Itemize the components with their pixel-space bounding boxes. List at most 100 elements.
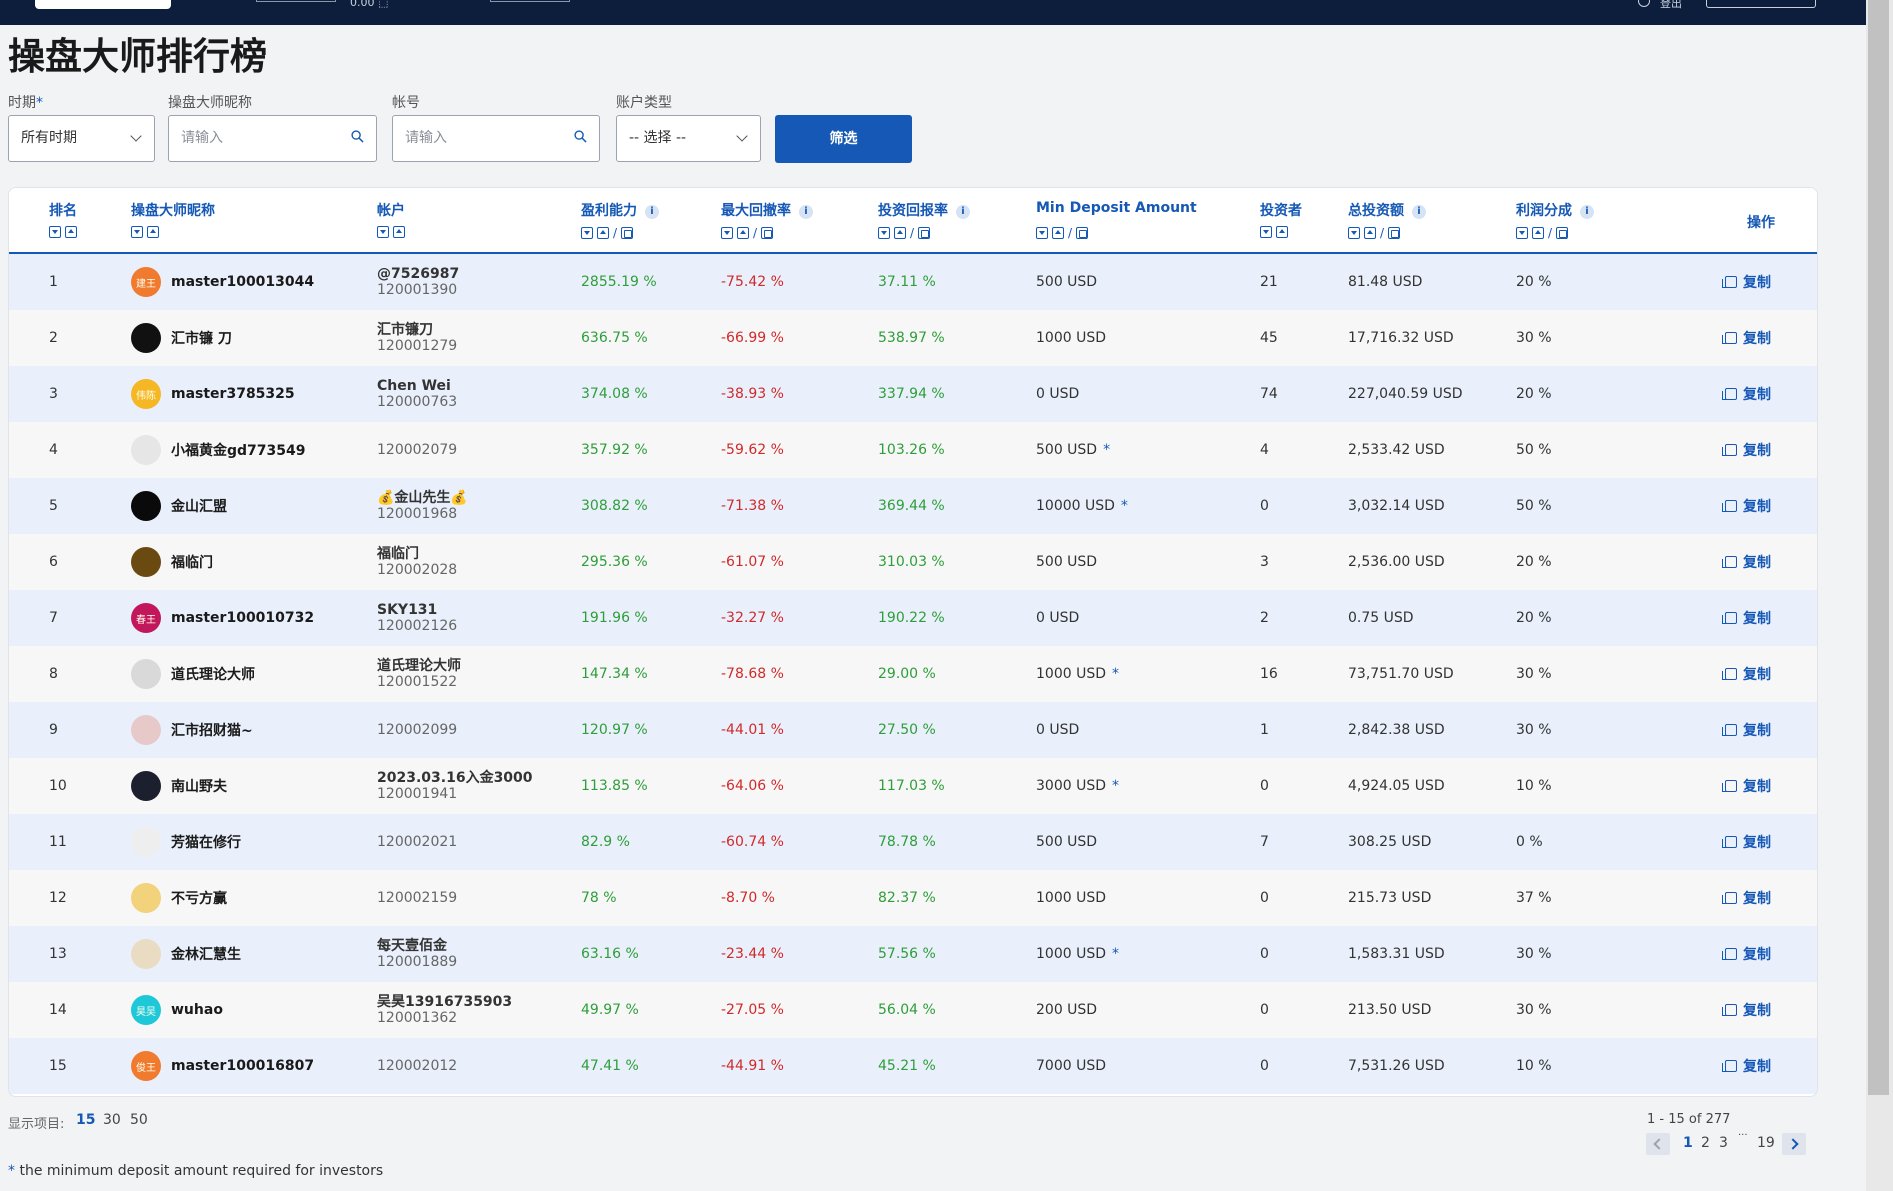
copy-button[interactable]: 复制	[1722, 702, 1771, 758]
col-drawdown[interactable]: 最大回撤率 i	[721, 200, 813, 220]
account-button[interactable]	[1706, 0, 1816, 8]
copy-icon[interactable]	[1722, 1004, 1737, 1016]
sort-asc-icon[interactable]	[597, 227, 609, 239]
copy-icon[interactable]	[1722, 724, 1737, 736]
copy-icon[interactable]	[1722, 892, 1737, 904]
master-name-cell[interactable]: 南山野夫	[131, 758, 227, 814]
col-nickname[interactable]: 操盘大师昵称	[131, 200, 215, 220]
copy-icon[interactable]	[1722, 948, 1737, 960]
sort-asc-icon[interactable]	[1364, 227, 1376, 239]
sort-desc-icon[interactable]	[131, 226, 143, 238]
avatar[interactable]	[131, 491, 161, 521]
avatar[interactable]: 春王	[131, 603, 161, 633]
copy-button[interactable]: 复制	[1722, 646, 1771, 702]
page-1[interactable]: 1	[1683, 1135, 1693, 1151]
avatar[interactable]	[131, 827, 161, 857]
account-sort[interactable]	[377, 226, 405, 238]
sort-desc-icon[interactable]	[1260, 226, 1272, 238]
page-size-50[interactable]: 50	[130, 1112, 148, 1128]
search-icon[interactable]	[351, 130, 364, 143]
logo-area[interactable]	[35, 0, 171, 9]
master-name[interactable]: 不亏方赢	[171, 888, 227, 908]
share-sort[interactable]: /	[1516, 226, 1569, 240]
avatar[interactable]	[131, 547, 161, 577]
nickname-sort[interactable]	[131, 226, 159, 238]
page-size-30[interactable]: 30	[103, 1112, 121, 1128]
master-name-cell[interactable]: 小福黄金gd773549	[131, 422, 306, 478]
info-icon[interactable]: i	[645, 205, 659, 219]
master-name[interactable]: wuhao	[171, 1002, 223, 1018]
avatar[interactable]	[131, 659, 161, 689]
sort-desc-icon[interactable]	[878, 227, 890, 239]
copy-icon[interactable]	[1722, 668, 1737, 680]
master-name[interactable]: master100010732	[171, 610, 314, 626]
master-name[interactable]: 金山汇盟	[171, 496, 227, 516]
sort-filter-icon[interactable]	[918, 227, 931, 239]
sort-asc-icon[interactable]	[1052, 227, 1064, 239]
profit-sort[interactable]: /	[581, 226, 634, 240]
sort-asc-icon[interactable]	[1276, 226, 1288, 238]
copy-button[interactable]: 复制	[1722, 254, 1771, 310]
master-name-cell[interactable]: 金林汇慧生	[131, 926, 241, 982]
info-icon[interactable]: i	[956, 205, 970, 219]
sort-desc-icon[interactable]	[1348, 227, 1360, 239]
master-name-cell[interactable]: 汇市镰 刀	[131, 310, 232, 366]
avatar[interactable]: 伟陈	[131, 379, 161, 409]
sort-desc-icon[interactable]	[1036, 227, 1048, 239]
sort-desc-icon[interactable]	[581, 227, 593, 239]
avatar[interactable]	[131, 771, 161, 801]
master-name[interactable]: 汇市镰 刀	[171, 328, 232, 348]
period-select[interactable]: 所有时期	[8, 115, 155, 162]
avatar[interactable]: 建王	[131, 267, 161, 297]
info-icon[interactable]: i	[799, 205, 813, 219]
sort-filter-icon[interactable]	[621, 227, 634, 239]
col-investors[interactable]: 投资者	[1260, 200, 1302, 220]
avatar[interactable]	[131, 435, 161, 465]
copy-icon[interactable]	[1722, 780, 1737, 792]
rank-sort[interactable]	[49, 226, 77, 238]
copy-label[interactable]: 复制	[1743, 552, 1771, 572]
info-icon[interactable]: i	[1580, 205, 1594, 219]
copy-icon[interactable]	[1722, 556, 1737, 568]
master-name-cell[interactable]: 昊吴 wuhao	[131, 982, 223, 1038]
filter-button[interactable]: 筛选	[775, 115, 912, 163]
master-name-cell[interactable]: 春王 master100010732	[131, 590, 314, 646]
copy-button[interactable]: 复制	[1722, 814, 1771, 870]
master-name-cell[interactable]: 芳猫在修行	[131, 814, 241, 870]
copy-button[interactable]: 复制	[1722, 870, 1771, 926]
copy-button[interactable]: 复制	[1722, 926, 1771, 982]
copy-label[interactable]: 复制	[1743, 664, 1771, 684]
copy-icon[interactable]	[1722, 332, 1737, 344]
avatar[interactable]	[131, 715, 161, 745]
copy-button[interactable]: 复制	[1722, 982, 1771, 1038]
master-name-cell[interactable]: 福临门	[131, 534, 213, 590]
page-size-15[interactable]: 15	[76, 1112, 95, 1128]
col-rank[interactable]: 排名	[49, 200, 77, 220]
master-name-cell[interactable]: 道氏理论大师	[131, 646, 255, 702]
copy-label[interactable]: 复制	[1743, 1000, 1771, 1020]
sort-asc-icon[interactable]	[737, 227, 749, 239]
copy-icon[interactable]	[1722, 444, 1737, 456]
nav-field[interactable]	[256, 0, 336, 2]
col-share[interactable]: 利润分成 i	[1516, 200, 1594, 220]
avatar[interactable]	[131, 939, 161, 969]
master-name[interactable]: 道氏理论大师	[171, 664, 255, 684]
account-search-input[interactable]: 请输入	[392, 115, 600, 162]
copy-icon[interactable]	[1722, 1060, 1737, 1072]
copy-button[interactable]: 复制	[1722, 422, 1771, 478]
logout-link[interactable]: 登出	[1660, 0, 1682, 11]
copy-label[interactable]: 复制	[1743, 440, 1771, 460]
master-name-cell[interactable]: 俊王 master100016807	[131, 1038, 314, 1094]
nickname-search-input[interactable]: 请输入	[168, 115, 377, 162]
user-icon[interactable]	[1638, 0, 1650, 7]
copy-icon[interactable]	[1722, 388, 1737, 400]
copy-label[interactable]: 复制	[1743, 272, 1771, 292]
master-name-cell[interactable]: 汇市招财猫~	[131, 702, 253, 758]
sort-filter-icon[interactable]	[761, 227, 774, 239]
roi-sort[interactable]: /	[878, 226, 931, 240]
col-min-deposit[interactable]: Min Deposit Amount	[1036, 200, 1197, 216]
col-total[interactable]: 总投资额 i	[1348, 200, 1426, 220]
scrollbar-thumb[interactable]	[1868, 0, 1889, 1095]
sort-desc-icon[interactable]	[377, 226, 389, 238]
page-scrollbar[interactable]	[1866, 0, 1893, 1191]
